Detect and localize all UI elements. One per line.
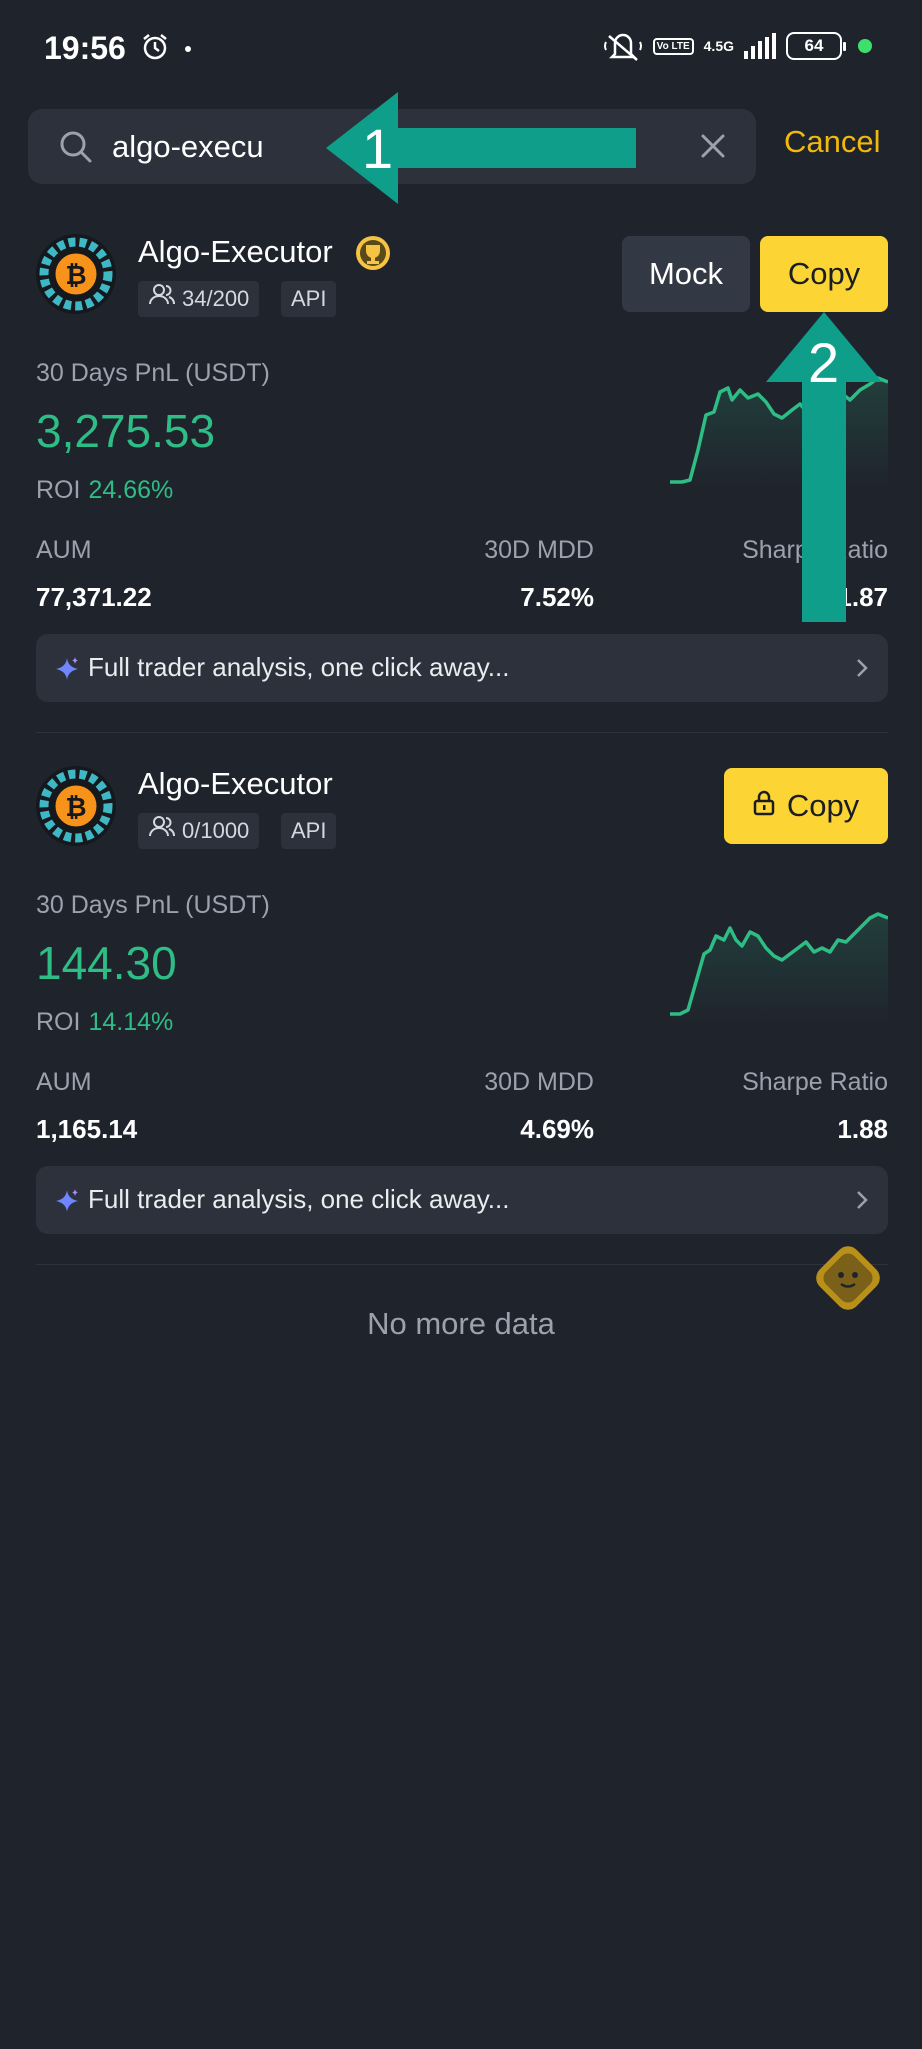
clear-search-icon[interactable] (700, 133, 726, 164)
chevron-right-icon (856, 658, 868, 683)
volte-icon: Vo LTE (652, 37, 694, 55)
trader-name[interactable]: Algo-Executor (138, 234, 333, 270)
api-tag: API (281, 813, 337, 849)
followers-tag: 34/200 (138, 281, 260, 317)
lock-icon (753, 768, 775, 844)
status-time: 19:56 (44, 30, 126, 66)
pnl-sparkline (670, 906, 889, 1026)
roi-value: 14.14% (88, 1008, 174, 1036)
battery-icon: 64 (786, 32, 846, 60)
aum-label: AUM (36, 1068, 92, 1096)
svg-text:₿: ₿ (65, 261, 86, 291)
aum-label: AUM (36, 536, 92, 564)
mock-button[interactable]: Mock (622, 236, 750, 312)
roi-row: ROI 24.66% (36, 476, 173, 505)
roi-row: ROI 14.14% (36, 1008, 173, 1037)
followers-count: 0/1000 (182, 818, 250, 843)
divider (36, 1264, 888, 1265)
trader-analysis-link[interactable]: Full trader analysis, one click away... (36, 634, 888, 702)
status-bar: 19:56 Vo LTE 4.5G 64 (0, 0, 922, 100)
divider (36, 732, 888, 733)
status-icons: Vo LTE 4.5G 64 (603, 28, 872, 64)
mdd-value: 4.69% (520, 1114, 594, 1144)
pnl-label: 30 Days PnL (USDT) (36, 891, 270, 919)
svg-text:₿: ₿ (65, 793, 86, 823)
users-icon (148, 813, 176, 849)
annotation-number-1: 1 (362, 117, 394, 180)
network-type: 4.5G (703, 38, 734, 54)
trader-name[interactable]: Algo-Executor (138, 766, 333, 802)
copy-button[interactable]: Copy (724, 768, 888, 844)
privacy-indicator-dot (858, 39, 872, 53)
signal-icon (744, 33, 776, 59)
alarm-icon (140, 32, 170, 67)
roi-label: ROI (36, 476, 81, 504)
aum-value: 77,371.22 (36, 582, 152, 612)
trader-analysis-link[interactable]: Full trader analysis, one click away... (36, 1166, 888, 1234)
search-icon (58, 129, 94, 170)
mdd-label: 30D MDD (484, 536, 594, 564)
trader-avatar[interactable]: ₿ (36, 766, 116, 846)
copy-button-label: Copy (786, 788, 860, 823)
mdd-value: 7.52% (520, 582, 594, 612)
followers-count: 34/200 (182, 286, 250, 311)
users-icon (148, 281, 176, 317)
pnl-label: 30 Days PnL (USDT) (36, 359, 270, 387)
roi-value: 24.66% (88, 476, 174, 504)
chevron-right-icon (856, 1190, 868, 1215)
sharpe-label: Sharpe Ratio (742, 1068, 888, 1096)
no-more-data-text: No more data (367, 1306, 555, 1341)
analysis-text: Full trader analysis, one click away... (88, 1184, 510, 1214)
notification-dot (185, 46, 191, 52)
annotation-number-2: 2 (808, 331, 840, 394)
analysis-text: Full trader analysis, one click away... (88, 652, 510, 682)
cancel-button[interactable]: Cancel (784, 124, 881, 160)
pnl-value: 3,275.53 (36, 405, 216, 457)
sharpe-value: 1.88 (837, 1114, 888, 1144)
pnl-value: 144.30 (36, 937, 177, 989)
sparkle-icon (54, 1188, 80, 1219)
sparkle-icon (54, 656, 80, 687)
api-tag: API (281, 281, 337, 317)
mute-icon (603, 28, 643, 64)
trophy-badge-icon (354, 234, 392, 277)
copy-button-label: Copy (787, 256, 861, 291)
followers-tag: 0/1000 (138, 813, 260, 849)
copy-button[interactable]: Copy (760, 236, 888, 312)
roi-label: ROI (36, 1008, 81, 1036)
mdd-label: 30D MDD (484, 1068, 594, 1096)
aum-value: 1,165.14 (36, 1114, 138, 1144)
assistant-mascot-icon[interactable] (808, 1238, 888, 1318)
trader-avatar[interactable]: ₿ (36, 234, 116, 314)
